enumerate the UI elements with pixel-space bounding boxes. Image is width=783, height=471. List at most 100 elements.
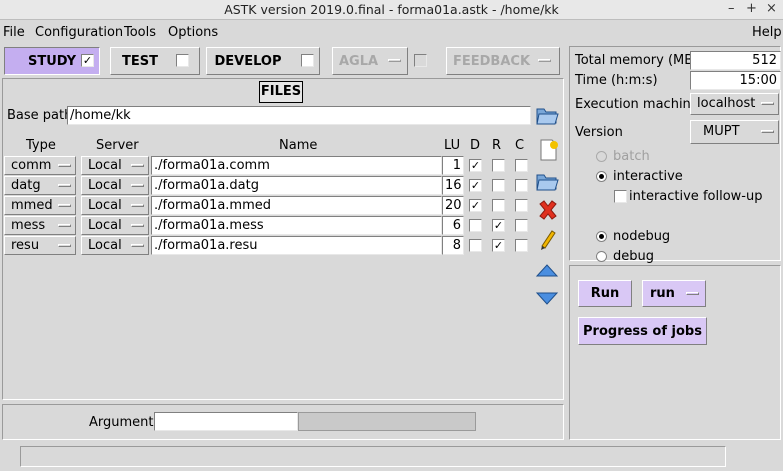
- col-d: D: [470, 138, 481, 153]
- col-server: Server: [96, 138, 139, 153]
- title-bar: ASTK version 2019.0.final - forma01a.ast…: [0, 0, 783, 20]
- arguments-label: Arguments: [89, 415, 161, 430]
- type-select[interactable]: mmed: [4, 196, 76, 215]
- exec-machine-select[interactable]: localhost: [690, 93, 779, 115]
- total-memory-input[interactable]: 512: [690, 51, 781, 70]
- d-checkbox[interactable]: ✓: [469, 159, 482, 172]
- debug-label: debug: [613, 249, 654, 264]
- folder-icon[interactable]: [535, 104, 559, 126]
- close-icon[interactable]: ×: [766, 1, 777, 16]
- file-name-input[interactable]: ./forma01a.mess: [151, 216, 442, 235]
- run-mode-select[interactable]: run: [642, 280, 706, 307]
- r-checkbox[interactable]: ✓: [492, 239, 505, 252]
- c-checkbox[interactable]: [515, 219, 528, 232]
- r-checkbox[interactable]: ✓: [492, 219, 505, 232]
- progress-of-jobs-button[interactable]: Progress of jobs: [578, 317, 707, 345]
- interactive-followup-label: interactive follow-up: [629, 189, 763, 204]
- base-path-input[interactable]: /home/kk: [67, 106, 531, 125]
- file-name-input[interactable]: ./forma01a.comm: [151, 156, 442, 175]
- batch-radio: [596, 151, 607, 162]
- study-label: STUDY: [27, 53, 77, 69]
- r-checkbox[interactable]: [492, 179, 505, 192]
- menu-configuration[interactable]: Configuration: [35, 25, 123, 40]
- files-title: FILES: [259, 81, 303, 103]
- batch-label: batch: [613, 149, 650, 164]
- feedback-label: FEEDBACK: [453, 53, 531, 69]
- develop-checkbox[interactable]: [301, 54, 314, 67]
- menu-tools[interactable]: Tools: [124, 25, 156, 40]
- d-checkbox[interactable]: [469, 219, 482, 232]
- col-type: Type: [26, 138, 56, 153]
- agla-menu: AGLA: [332, 47, 408, 75]
- c-checkbox[interactable]: [515, 239, 528, 252]
- status-bar: [20, 446, 726, 467]
- c-checkbox[interactable]: [515, 159, 528, 172]
- test-label: TEST: [122, 53, 158, 69]
- debug-radio[interactable]: [596, 251, 607, 262]
- server-select[interactable]: Local: [81, 216, 149, 235]
- exec-machine-label: Execution machine: [575, 97, 699, 112]
- type-select[interactable]: datg: [4, 176, 76, 195]
- file-name-input[interactable]: ./forma01a.mmed: [151, 196, 442, 215]
- version-label: Version: [575, 125, 623, 140]
- move-down-icon[interactable]: [535, 291, 559, 307]
- minimize-icon[interactable]: –: [728, 1, 735, 16]
- lu-input[interactable]: 16: [442, 176, 464, 195]
- run-button[interactable]: Run: [578, 280, 632, 307]
- menu-file[interactable]: File: [3, 25, 25, 40]
- interactive-radio[interactable]: [596, 171, 607, 182]
- menu-bar: File Configuration Tools Options Help: [0, 22, 783, 44]
- agla-checkbox: [414, 54, 427, 67]
- time-label: Time (h:m:s): [575, 73, 658, 88]
- edit-pencil-icon[interactable]: [538, 228, 558, 252]
- c-checkbox[interactable]: [515, 199, 528, 212]
- server-select[interactable]: Local: [81, 196, 149, 215]
- d-checkbox[interactable]: ✓: [469, 199, 482, 212]
- delete-icon[interactable]: [537, 199, 559, 221]
- run-mode-label: run: [650, 286, 675, 301]
- col-c: C: [515, 138, 525, 153]
- r-checkbox[interactable]: [492, 199, 505, 212]
- menu-help[interactable]: Help: [752, 25, 782, 40]
- base-path-label: Base path: [7, 108, 73, 123]
- d-checkbox[interactable]: [469, 239, 482, 252]
- file-name-input[interactable]: ./forma01a.datg: [151, 176, 442, 195]
- interactive-label: interactive: [613, 169, 683, 184]
- feedback-menu: FEEDBACK: [446, 47, 560, 75]
- maximize-icon[interactable]: +: [746, 1, 757, 16]
- window-title: ASTK version 2019.0.final - forma01a.ast…: [224, 2, 559, 17]
- r-checkbox[interactable]: [492, 159, 505, 172]
- version-select[interactable]: MUPT: [690, 120, 779, 144]
- develop-label: DEVELOP: [214, 53, 282, 69]
- move-up-icon[interactable]: [535, 262, 559, 278]
- type-select[interactable]: resu: [4, 236, 76, 255]
- col-name: Name: [279, 138, 318, 153]
- interactive-followup-checkbox[interactable]: [614, 190, 627, 203]
- nodebug-radio[interactable]: [596, 231, 607, 242]
- server-select[interactable]: Local: [81, 236, 149, 255]
- type-select[interactable]: mess: [4, 216, 76, 235]
- server-select[interactable]: Local: [81, 176, 149, 195]
- d-checkbox[interactable]: ✓: [469, 179, 482, 192]
- lu-input[interactable]: 20: [442, 196, 464, 215]
- test-checkbox[interactable]: [176, 54, 189, 67]
- arguments-input[interactable]: [154, 412, 298, 431]
- total-memory-label: Total memory (MB): [575, 53, 699, 68]
- progress-of-jobs-label: Progress of jobs: [583, 323, 702, 339]
- menu-options[interactable]: Options: [168, 25, 218, 40]
- file-name-input[interactable]: ./forma01a.resu: [151, 236, 442, 255]
- agla-label: AGLA: [339, 53, 379, 69]
- col-lu: LU: [444, 138, 461, 153]
- study-checkbox[interactable]: ✓: [81, 54, 94, 67]
- type-select[interactable]: comm: [4, 156, 76, 175]
- open-folder-icon[interactable]: [535, 170, 559, 192]
- lu-input[interactable]: 1: [442, 156, 464, 175]
- time-input[interactable]: 15:00: [690, 71, 781, 90]
- new-file-icon[interactable]: [538, 138, 560, 162]
- run-label: Run: [590, 286, 620, 301]
- c-checkbox[interactable]: [515, 179, 528, 192]
- arguments-scrollbar[interactable]: [298, 412, 476, 431]
- lu-input[interactable]: 6: [442, 216, 464, 235]
- lu-input[interactable]: 8: [442, 236, 464, 255]
- server-select[interactable]: Local: [81, 156, 149, 175]
